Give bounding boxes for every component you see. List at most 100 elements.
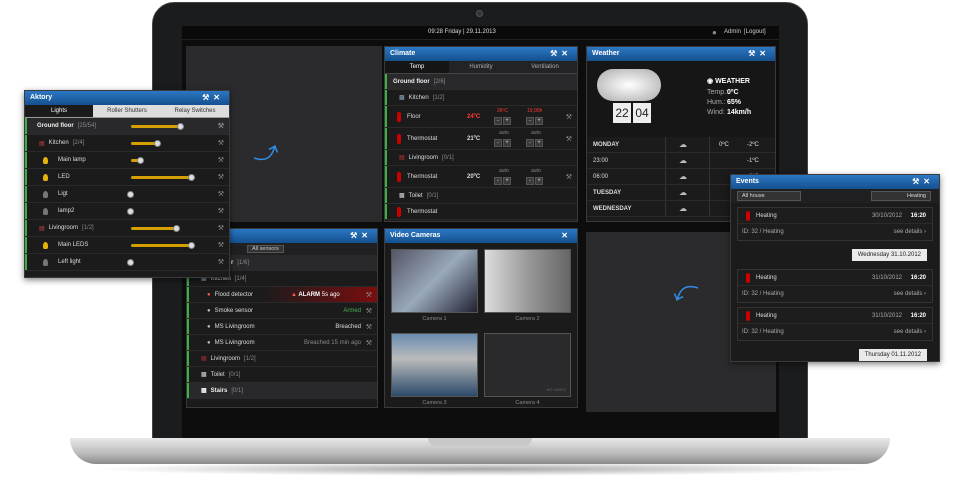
see-details-link[interactable]: see details › (894, 291, 926, 297)
wrench-icon[interactable]: ⚒ (566, 173, 572, 181)
no-video-label: NO VIDEO (546, 387, 566, 392)
climate-kitchen[interactable]: ▩ Kitchen [1/2] (385, 90, 577, 106)
wrench-icon[interactable]: ⚒ (366, 323, 372, 331)
camera-tile[interactable]: Camera 1 (391, 249, 478, 327)
wrench-icon[interactable]: ⚒ (218, 207, 224, 215)
logout-link[interactable]: [Logout] (744, 29, 766, 35)
climate-thermostat-3[interactable]: Thermostat (385, 204, 577, 220)
kitchen-icon: ▩ (399, 95, 405, 101)
wrench-icon[interactable]: ⚒ (366, 307, 372, 315)
see-details-link[interactable]: see details › (894, 229, 926, 235)
wrench-icon[interactable]: ⚒ (218, 190, 224, 198)
panel-controls[interactable]: ⚒✕ (748, 49, 770, 58)
sensor-row[interactable]: ● MS Livingroom Breached ⚒ (187, 319, 377, 335)
tab-humidity[interactable]: Humidity (449, 61, 513, 73)
sensor-row[interactable]: ● Smoke sensor Armed ⚒ (187, 303, 377, 319)
light-row[interactable]: Ground floor [25/54] ⚒ (25, 118, 229, 135)
light-row[interactable]: ▤ Livingroom [1/2] ⚒ (25, 220, 229, 237)
tab-relay-switches[interactable]: Relay Switches (161, 105, 229, 117)
events-title: Events (736, 178, 759, 185)
cameras-title: Video Cameras (390, 232, 441, 239)
cameras-panel: Video Cameras ✕ Camera 1 Camera 2 Camera … (384, 228, 578, 408)
dimmer-knob[interactable] (176, 122, 184, 130)
type-filter-select[interactable]: Heating (871, 191, 931, 201)
user-name: Admin (724, 29, 742, 35)
sensor-row[interactable]: ● MS Livingroom Breached 15 min ago ⚒ (187, 335, 377, 351)
bulb-icon (43, 190, 48, 198)
sensor-stairs[interactable]: ▩ Stairs [0/1] (187, 383, 377, 399)
climate-toilet[interactable]: ▩ Toilet [0/1] (385, 188, 577, 204)
event-item[interactable]: Heating 31/10/2012 16:20 ID: 32 / Heating se… (737, 269, 933, 303)
panel-controls[interactable]: ⚒✕ (202, 93, 224, 102)
climate-livingroom[interactable]: ▤ Livingroom [0/1] (385, 150, 577, 166)
tab-lights[interactable]: Lights (25, 105, 93, 117)
light-row[interactable]: lamp2 ⚒ (25, 203, 229, 220)
dimmer-knob[interactable] (127, 190, 134, 198)
sensor-livingroom[interactable]: ▤ Livingroom [1/2] (187, 351, 377, 367)
dimmer-knob[interactable] (136, 156, 144, 164)
light-row[interactable]: Left light ⚒ (25, 254, 229, 271)
dimmer-knob[interactable] (173, 224, 181, 232)
light-row[interactable]: Main LEDS ⚒ (25, 237, 229, 254)
camera-tile[interactable]: Camera 3 (391, 333, 478, 407)
wrench-icon[interactable]: ⚒ (366, 291, 372, 299)
wrench-icon[interactable]: ⚒ (218, 122, 224, 130)
sensor-toilet[interactable]: ▩ Toilet [0/1] (187, 367, 377, 383)
sensor-icon: ● (207, 323, 211, 330)
climate-floor[interactable]: Floor 24ºC 26ºC 19,00h - + - + ⚒ (385, 106, 577, 128)
wrench-icon[interactable]: ⚒ (366, 339, 372, 347)
tab-temp[interactable]: Temp (385, 61, 449, 73)
sensor-row[interactable]: ● Flood detector ▲ ALARM 5s ago ⚒ (187, 287, 377, 303)
event-time: 16:20 (910, 274, 926, 281)
light-row[interactable]: LED ⚒ (25, 169, 229, 186)
row-label: Main LEDS (58, 242, 89, 248)
dimmer-knob[interactable] (127, 258, 134, 266)
stepper[interactable]: - + (525, 139, 543, 147)
wrench-icon[interactable]: ⚒ (218, 139, 224, 147)
wrench-icon[interactable]: ⚒ (218, 241, 224, 249)
user-icon: ● (712, 28, 717, 37)
panel-controls[interactable]: ⚒✕ (550, 49, 572, 58)
panel-controls[interactable]: ✕ (561, 231, 572, 240)
stepper[interactable]: - + (493, 177, 511, 185)
event-item[interactable]: Heating 30/10/2012 16:20 ID: 32 / Heating se… (737, 207, 933, 241)
tab-roller-shutters[interactable]: Roller Shutters (93, 105, 161, 117)
dimmer-knob[interactable] (187, 173, 195, 181)
wrench-icon[interactable]: ⚒ (218, 224, 224, 232)
panel-controls[interactable]: ⚒✕ (912, 177, 934, 186)
dimmer-knob[interactable] (153, 139, 161, 147)
see-details-link[interactable]: see details › (894, 329, 926, 335)
wrench-icon[interactable]: ⚒ (566, 135, 572, 143)
cloud-icon: ☁ (679, 156, 687, 165)
stepper[interactable]: - + (493, 139, 511, 147)
tab-ventilation[interactable]: Ventilation (513, 61, 577, 73)
wrench-icon[interactable]: ⚒ (218, 156, 224, 164)
house-filter-select[interactable]: All house (737, 191, 801, 201)
stepper[interactable]: - + (525, 177, 543, 185)
light-row[interactable]: ▤ Kitchen [2/4] ⚒ (25, 135, 229, 152)
sensor-status: Armed (343, 307, 361, 314)
wrench-icon[interactable]: ⚒ (566, 113, 572, 121)
camera-label: Camera 4 (515, 400, 540, 406)
camera-tile[interactable]: NO VIDEO Camera 4 (484, 333, 571, 407)
sensor-filter-select[interactable]: All sensors (247, 245, 284, 253)
weather-current: 22 04 ◉ WEATHER Temp.: 0ºC Hum.: 65% Wind:… (587, 61, 775, 137)
wrench-icon[interactable]: ⚒ (218, 173, 224, 181)
toilet-icon: ▩ (399, 193, 405, 199)
dimmer-knob[interactable] (127, 207, 134, 215)
wrench-icon[interactable]: ⚒ (218, 258, 224, 266)
event-item[interactable]: Heating 31/10/2012 16:20 ID: 32 / Heating se… (737, 307, 933, 341)
sensor-status: Breached (335, 323, 361, 330)
panel-controls[interactable]: ⚒✕ (350, 231, 372, 240)
dimmer-knob[interactable] (187, 241, 195, 249)
camera-tile[interactable]: Camera 2 (484, 249, 571, 327)
climate-thermostat-2[interactable]: Thermostat 20ºC auto auto - + - + ⚒ (385, 166, 577, 188)
light-row[interactable]: Main lamp ⚒ (25, 152, 229, 169)
climate-group-ground[interactable]: Ground floor [2/6] (385, 74, 577, 90)
floor-stepper[interactable]: - + (493, 117, 511, 125)
thermometer-icon (397, 111, 401, 122)
light-row[interactable]: Ligt ⚒ (25, 186, 229, 203)
row-count: [25/54] (77, 123, 97, 129)
climate-thermostat-1[interactable]: Thermostat 21ºC auto auto - + - + ⚒ (385, 128, 577, 150)
floor-time-stepper[interactable]: - + (525, 117, 543, 125)
